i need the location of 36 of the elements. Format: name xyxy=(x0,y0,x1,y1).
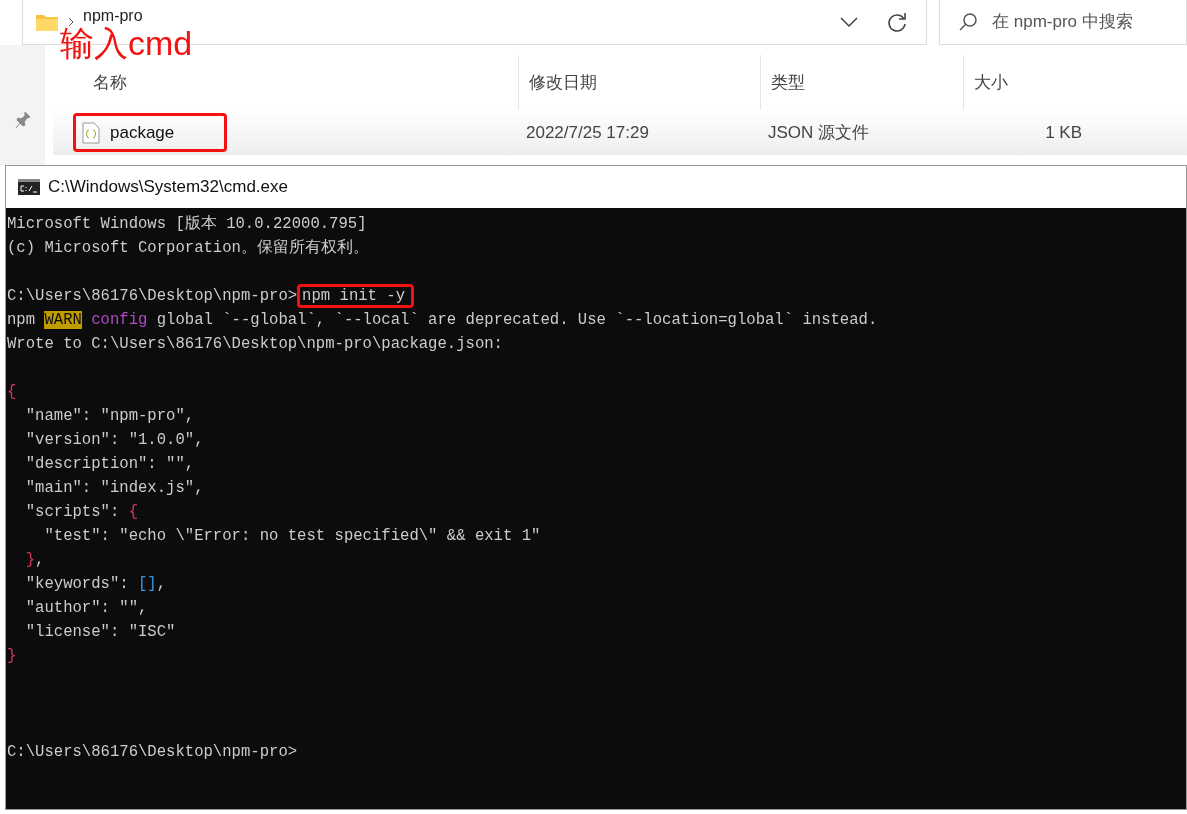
pin-icon[interactable] xyxy=(14,111,31,129)
console-line: "version": "1.0.0", xyxy=(24,430,205,451)
file-name: package xyxy=(110,121,175,144)
chevron-icon xyxy=(67,16,75,28)
modified-date: 2022/7/25 17:29 xyxy=(525,122,649,142)
window-title: C:\Windows\System32\cmd.exe xyxy=(48,176,288,199)
prompt-text: C:\Users\86176\Desktop\npm-pro> xyxy=(7,743,298,761)
folder-icon xyxy=(35,12,59,32)
console-line: npm WARN config global `--global`, `--local` are deprecated. Use `--location=global` instead. xyxy=(7,310,879,331)
search-icon xyxy=(958,12,978,32)
console-line: "test": "echo \"Error: no test specified\" && exit 1" xyxy=(43,526,542,547)
breadcrumb-item[interactable]: npm-pro xyxy=(83,8,143,24)
dropdown-icon[interactable] xyxy=(840,17,858,27)
console-line: { xyxy=(7,382,18,403)
refresh-icon[interactable] xyxy=(886,11,908,33)
console-line: "main": "index.js", xyxy=(24,478,205,499)
search-field[interactable]: 在 npm-pro 中搜索 xyxy=(939,0,1187,45)
json-file-icon xyxy=(82,121,100,144)
file-size: 1 KB xyxy=(1045,122,1082,142)
file-row[interactable]: package 2022/7/25 17:29 JSON 源文件 1 KB xyxy=(53,110,1187,155)
console-line: Wrote to C:\Users\86176\Desktop\npm-pro\package.json: xyxy=(7,334,504,355)
console-line: "scripts": { xyxy=(24,502,139,523)
console-line: "description": "", xyxy=(24,454,196,475)
command-text: npm init -y xyxy=(297,284,415,308)
console-line: "keywords": [], xyxy=(24,574,168,595)
console-line: "name": "npm-pro", xyxy=(24,406,196,427)
console-line: } xyxy=(7,646,18,667)
console-line: }, xyxy=(24,550,46,571)
console-line: (c) Microsoft Corporation。保留所有权利。 xyxy=(7,238,370,259)
file-type: JSON 源文件 xyxy=(767,122,870,142)
search-input[interactable]: 在 npm-pro 中搜索 xyxy=(992,9,1168,35)
console-line: Microsoft Windows [版本 10.0.22000.795] xyxy=(7,214,368,235)
console-icon xyxy=(18,179,40,195)
console-line: "license": "ISC" xyxy=(24,622,177,643)
console-line: "author": "", xyxy=(24,598,149,619)
prompt-text: C:\Users\86176\Desktop\npm-pro> xyxy=(7,287,298,305)
